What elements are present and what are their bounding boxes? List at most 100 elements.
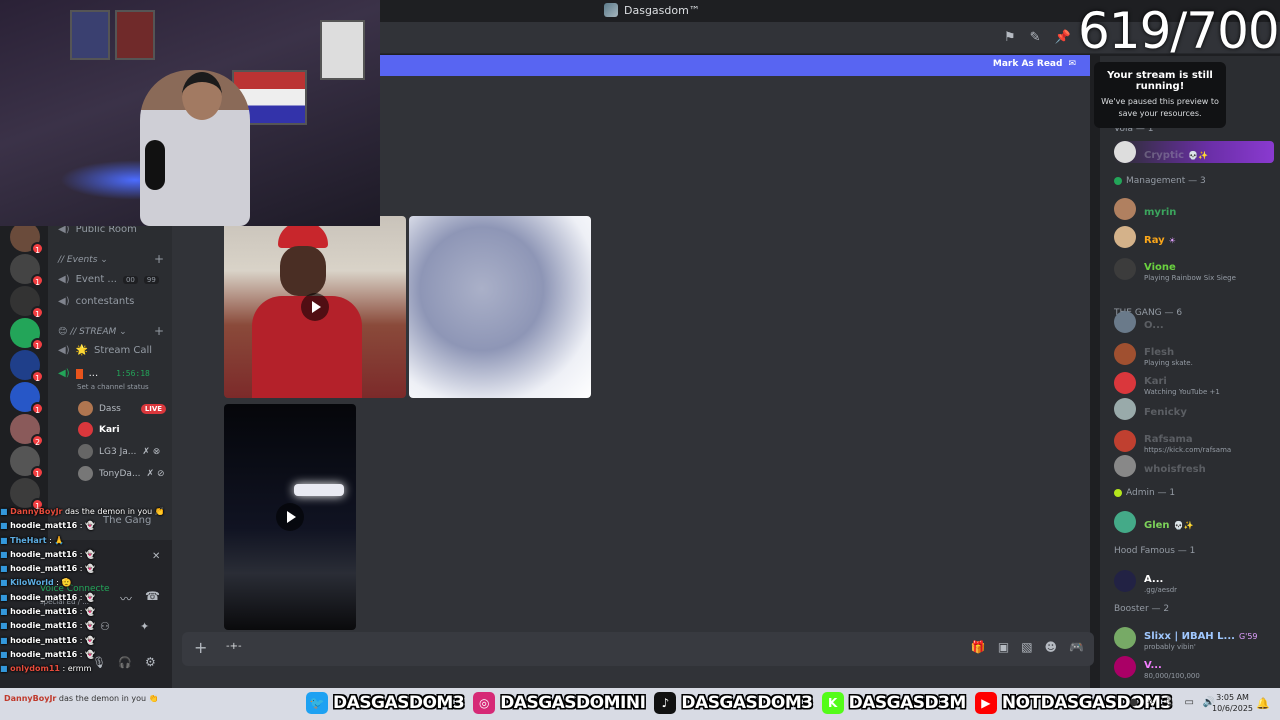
chat-line: ■ hoodie_matt16 : 👻 bbox=[0, 619, 170, 633]
voice-user-kari[interactable]: Kari bbox=[78, 422, 120, 437]
channel-contestants[interactable]: ◀) contestants bbox=[58, 296, 134, 307]
role-label: Booster — 2 bbox=[1114, 604, 1170, 614]
server-icon-6[interactable]: 1 bbox=[10, 382, 44, 415]
chat-badge-icon: ■ bbox=[0, 564, 11, 574]
member-item[interactable]: Flesh Playing skate. bbox=[1114, 340, 1193, 367]
member-status: .gg/aesdr bbox=[1144, 586, 1178, 594]
member-item[interactable]: myrin bbox=[1114, 198, 1176, 220]
channel-active-voice[interactable]: ◀)... 1:56:18 bbox=[58, 368, 150, 379]
gif-icon[interactable]: ▣ bbox=[998, 640, 1009, 654]
chat-message: : 👻 bbox=[79, 635, 95, 645]
member-item[interactable]: Fenicky bbox=[1114, 398, 1187, 420]
chat-user: DannyBoyJr bbox=[10, 507, 63, 516]
server-icon-4[interactable]: 1 bbox=[10, 318, 44, 351]
voice-user-name: Kari bbox=[99, 424, 120, 435]
mute-bell-icon[interactable]: ✎ bbox=[1030, 30, 1041, 45]
add-channel-icon[interactable]: + bbox=[154, 252, 164, 266]
server-icon-3[interactable]: 1 bbox=[10, 286, 44, 319]
member-name: Vione bbox=[1144, 262, 1176, 273]
composer-text[interactable]: -+- bbox=[226, 641, 242, 652]
sticker-icon[interactable]: ▧ bbox=[1021, 640, 1032, 654]
member-item[interactable]: Vione Playing Rainbow Six Siege bbox=[1114, 255, 1236, 282]
notification-bell-icon[interactable]: 🔔 bbox=[1256, 697, 1270, 710]
category-events[interactable]: // Events ⌄ bbox=[58, 255, 108, 265]
emoji-icon[interactable]: ☻ bbox=[1045, 640, 1058, 654]
chat-line: ■ hoodie_matt16 : 👻 bbox=[0, 548, 170, 562]
voice-user-dass[interactable]: Dass LIVE bbox=[78, 401, 167, 416]
voice-user-lg3[interactable]: LG3 Ja... ✗ ⊗ bbox=[78, 444, 160, 459]
avatar bbox=[1114, 342, 1136, 365]
speaker-icon: ◀) bbox=[58, 345, 70, 356]
chat-message: : 👻 bbox=[79, 549, 95, 559]
mark-as-read-button[interactable]: Mark As Read ✉ bbox=[993, 59, 1076, 69]
channel-stream-call[interactable]: ◀) 🌟 Stream Call bbox=[58, 345, 152, 356]
member-name: Fenicky bbox=[1144, 406, 1187, 418]
gift-icon[interactable]: 🎁 bbox=[971, 640, 986, 654]
microphone-shape bbox=[145, 140, 165, 190]
member-item[interactable]: Rafsama https://kick.com/rafsama bbox=[1114, 427, 1231, 454]
category-stream[interactable]: 😊 // STREAM ⌄ bbox=[58, 327, 127, 337]
member-item[interactable]: whoisfresh bbox=[1114, 455, 1206, 477]
apps-icon[interactable]: 🎮 bbox=[1069, 640, 1084, 654]
chat-user: hoodie_matt16 bbox=[10, 649, 78, 659]
shirt-shape bbox=[320, 20, 365, 80]
social-handle: DASGASDOMINI bbox=[500, 693, 646, 713]
member-item[interactable]: Glen 💀✨ bbox=[1114, 511, 1193, 533]
threads-icon[interactable]: ⚑ bbox=[1004, 30, 1016, 45]
server-icon-9[interactable]: 1 bbox=[10, 478, 44, 511]
server-icon-8[interactable]: 1 bbox=[10, 446, 44, 479]
network-icon[interactable]: ⟡ bbox=[1147, 697, 1154, 708]
voice-user-name: Dass bbox=[99, 403, 121, 414]
member-item[interactable]: A... .gg/aesdr bbox=[1114, 567, 1177, 594]
chat-badge-icon: ■ bbox=[0, 649, 11, 659]
server-icon-7[interactable]: 2 bbox=[10, 414, 44, 447]
member-text: whoisfresh bbox=[1144, 457, 1206, 476]
server-icon-2[interactable]: 1 bbox=[10, 254, 44, 287]
video-attachment-1[interactable] bbox=[224, 216, 406, 398]
member-item[interactable]: Slixx | ИВАН L... G'59 probably vibin' bbox=[1114, 624, 1258, 651]
member-item[interactable]: Kari Watching YouTube +1 bbox=[1114, 369, 1220, 396]
play-icon[interactable] bbox=[301, 293, 329, 321]
voice-user-tonyda[interactable]: TonyDa... ✗ ⊘ bbox=[78, 466, 165, 481]
voice-user-name: LG3 Ja... bbox=[99, 446, 137, 457]
app-tray-icon[interactable]: ● bbox=[1129, 697, 1138, 708]
add-channel-icon[interactable]: + bbox=[154, 324, 164, 338]
member-item[interactable]: O... bbox=[1114, 311, 1164, 333]
member-badge: 💀✨ bbox=[1188, 150, 1209, 160]
set-channel-status[interactable]: Set a channel status bbox=[77, 383, 149, 391]
message-composer[interactable]: + -+- 🎁 ▣ ▧ ☻ 🎮 bbox=[182, 632, 1094, 666]
add-attachment-icon[interactable]: + bbox=[194, 638, 207, 657]
member-item[interactable]: Cryptic 💀✨ bbox=[1114, 141, 1274, 163]
play-icon[interactable] bbox=[276, 503, 304, 531]
poster-shape bbox=[70, 10, 110, 60]
video-attachment-3[interactable] bbox=[224, 404, 356, 630]
member-text: A... .gg/aesdr bbox=[1144, 567, 1177, 594]
mic-tray-icon[interactable]: 🎙 bbox=[1163, 697, 1176, 708]
social-handle: DASGASD3M bbox=[848, 693, 967, 713]
role-label: Admin — 1 bbox=[1126, 488, 1176, 498]
image-attachment-2[interactable] bbox=[409, 216, 591, 398]
pin-icon[interactable]: 📌 bbox=[1055, 30, 1071, 45]
deafened-icon: ✗ ⊘ bbox=[146, 468, 165, 479]
member-text: Vione Playing Rainbow Six Siege bbox=[1144, 255, 1236, 282]
member-name: A... bbox=[1144, 574, 1164, 585]
chat-user: hoodie_matt16 bbox=[10, 549, 78, 559]
window-title: Dasgasdom™ bbox=[604, 3, 700, 17]
unread-badge: 2 bbox=[31, 434, 44, 447]
tiktok-icon: ♪ bbox=[654, 692, 677, 714]
member-item[interactable]: Ray ☀ bbox=[1114, 226, 1176, 248]
channel-event[interactable]: ◀) Event ... 00 99 bbox=[58, 274, 159, 285]
social-handle: DASGASDOM3 bbox=[681, 693, 813, 713]
channel-label: Stream Call bbox=[94, 345, 153, 356]
server-icon-5[interactable]: 1 bbox=[10, 350, 44, 383]
member-item[interactable]: V... 80,000/100,000 bbox=[1114, 653, 1200, 680]
chevron-up-icon[interactable]: ⌃ bbox=[1112, 697, 1120, 708]
new-messages-banner[interactable]: Mark As Read ✉ bbox=[380, 55, 1090, 76]
system-clock[interactable]: 3:05 AM 10/6/2025 bbox=[1212, 692, 1253, 714]
server-icon-1[interactable]: 1 bbox=[10, 222, 44, 255]
mark-as-read-label: Mark As Read bbox=[992, 59, 1063, 69]
face-shape bbox=[280, 246, 326, 296]
channel-label: Event ... bbox=[75, 274, 117, 285]
monitor-icon[interactable]: ▭ bbox=[1184, 697, 1193, 708]
chat-line: ■ DannyBoyJr das the demon in you 👏 bbox=[0, 505, 170, 519]
